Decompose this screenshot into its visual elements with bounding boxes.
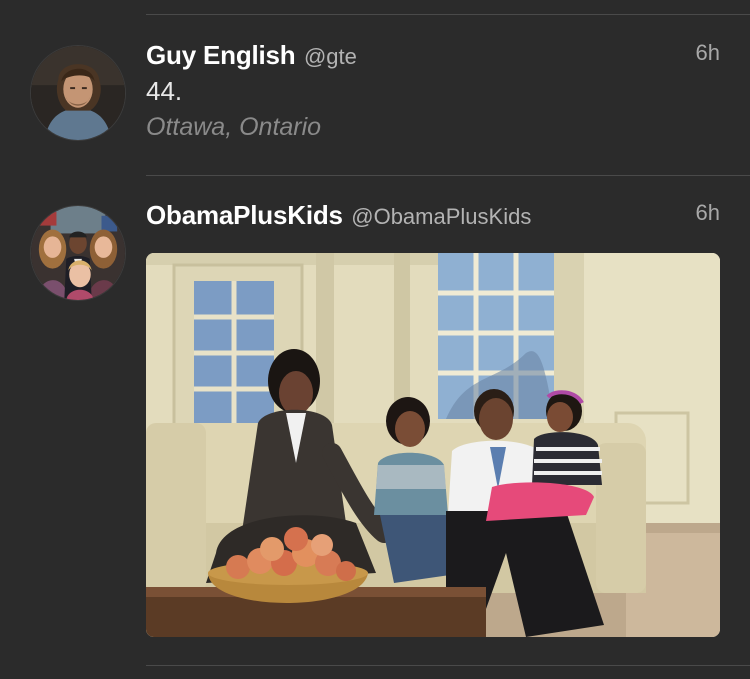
family-photo-image [146, 253, 720, 637]
tweet-photo[interactable] [146, 253, 720, 637]
timeline: Guy English @gte 6h 44. Ottawa, Ontario [0, 0, 750, 679]
group-avatar-icon [31, 206, 125, 300]
tweet-header: ObamaPlusKids @ObamaPlusKids 6h [146, 200, 720, 236]
tweet-item[interactable]: ObamaPlusKids @ObamaPlusKids 6h [0, 0, 750, 665]
tweet-divider [146, 665, 750, 666]
avatar[interactable] [30, 205, 126, 301]
display-name[interactable]: ObamaPlusKids [146, 200, 343, 230]
handle[interactable]: @ObamaPlusKids [351, 204, 531, 229]
timestamp: 6h [695, 200, 720, 225]
